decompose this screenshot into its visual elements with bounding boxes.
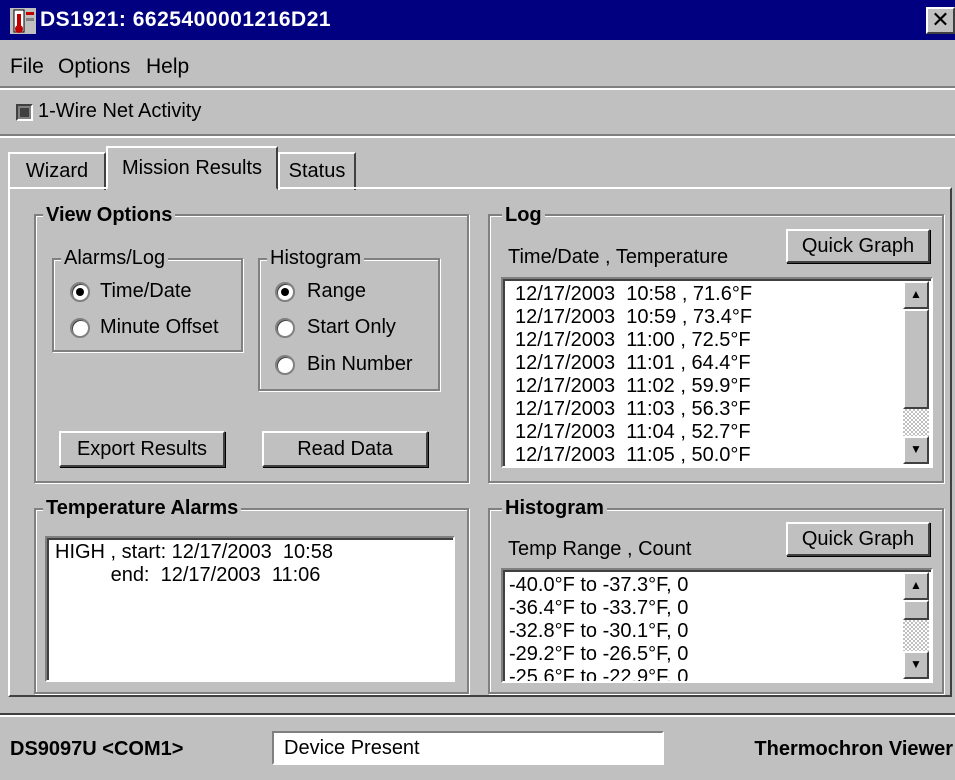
- log-listbox[interactable]: 12/17/2003 10:58 , 71.6°F 12/17/2003 10:…: [501, 277, 933, 468]
- menu-help[interactable]: Help: [146, 52, 189, 82]
- list-item[interactable]: -40.0°F to -37.3°F, 0: [509, 574, 889, 597]
- window-title: DS1921: 6625400001216D21: [40, 8, 332, 31]
- time-date-label[interactable]: Time/Date: [100, 277, 192, 305]
- net-activity-label: 1-Wire Net Activity: [38, 100, 202, 122]
- list-item[interactable]: 12/17/2003 11:05 , 50.0°F: [515, 444, 895, 466]
- log-entries: 12/17/2003 10:58 , 71.6°F 12/17/2003 10:…: [515, 283, 895, 466]
- scroll-up-button[interactable]: ▲: [903, 572, 929, 600]
- time-date-radio[interactable]: [70, 282, 90, 302]
- minute-offset-radio[interactable]: [70, 318, 90, 338]
- export-results-button[interactable]: Export Results: [59, 431, 225, 467]
- scrollbar-thumb[interactable]: [903, 309, 929, 409]
- toolbar-separator-highlight: [0, 136, 955, 138]
- tab-wizard[interactable]: Wizard: [8, 152, 106, 190]
- list-item[interactable]: 12/17/2003 10:59 , 73.4°F: [515, 306, 895, 329]
- log-quick-graph-button[interactable]: Quick Graph: [786, 229, 930, 263]
- menu-options[interactable]: Options: [58, 52, 130, 82]
- list-item[interactable]: 12/17/2003 11:01 , 64.4°F: [515, 352, 895, 375]
- read-data-button[interactable]: Read Data: [262, 431, 428, 467]
- tab-mission-results[interactable]: Mission Results: [106, 146, 278, 190]
- close-button[interactable]: ✕: [926, 7, 955, 34]
- scroll-up-button[interactable]: ▲: [903, 281, 929, 309]
- adapter-port-label: DS9097U <COM1>: [10, 738, 184, 760]
- alarm-start-line[interactable]: HIGH , start: 12/17/2003 10:58: [55, 541, 333, 564]
- list-item[interactable]: 12/17/2003 11:03 , 56.3°F: [515, 398, 895, 421]
- thermometer-app-icon: [10, 8, 36, 34]
- histogram-title: Histogram: [502, 496, 607, 520]
- led-indicator-icon: [16, 104, 33, 121]
- range-label[interactable]: Range: [307, 277, 366, 305]
- bin-number-label[interactable]: Bin Number: [307, 350, 413, 378]
- list-item[interactable]: 12/17/2003 11:02 , 59.9°F: [515, 375, 895, 398]
- tab-status[interactable]: Status: [278, 152, 356, 190]
- statusbar-separator-highlight: [0, 715, 955, 717]
- list-item[interactable]: -36.4°F to -33.7°F, 0: [509, 597, 889, 620]
- list-item[interactable]: -32.8°F to -30.1°F, 0: [509, 620, 889, 643]
- start-only-label[interactable]: Start Only: [307, 313, 396, 341]
- list-item[interactable]: 12/17/2003 11:00 , 72.5°F: [515, 329, 895, 352]
- alarms-listbox[interactable]: HIGH , start: 12/17/2003 10:58 end: 12/1…: [45, 536, 455, 682]
- arrow-up-icon: ▲: [910, 578, 922, 592]
- menu-file[interactable]: File: [10, 52, 44, 82]
- histogram-entries: -40.0°F to -37.3°F, 0 -36.4°F to -33.7°F…: [509, 574, 889, 681]
- arrow-down-icon: ▼: [910, 442, 922, 456]
- log-title: Log: [502, 203, 545, 227]
- scroll-down-button[interactable]: ▼: [903, 436, 929, 464]
- scroll-down-button[interactable]: ▼: [903, 651, 929, 679]
- arrow-down-icon: ▼: [910, 657, 922, 671]
- arrow-up-icon: ▲: [910, 287, 922, 301]
- view-options-title: View Options: [43, 203, 176, 227]
- histogram-quick-graph-button[interactable]: Quick Graph: [786, 522, 930, 556]
- menu-separator-highlight: [0, 88, 955, 90]
- alarm-lines: HIGH , start: 12/17/2003 10:58 end: 12/1…: [55, 541, 333, 587]
- histogram-mode-title: Histogram: [267, 246, 365, 270]
- title-bar[interactable]: DS1921: 6625400001216D21 ✕: [0, 0, 955, 40]
- temperature-alarms-title: Temperature Alarms: [43, 496, 242, 520]
- log-column-header: Time/Date , Temperature: [508, 246, 729, 268]
- scrollbar-thumb[interactable]: [903, 600, 929, 620]
- device-status-field: Device Present: [272, 731, 664, 765]
- histogram-column-header: Temp Range , Count: [508, 538, 692, 560]
- alarms-log-title: Alarms/Log: [61, 246, 169, 270]
- histogram-listbox[interactable]: -40.0°F to -37.3°F, 0 -36.4°F to -33.7°F…: [501, 568, 933, 683]
- log-scrollbar[interactable]: ▲ ▼: [903, 281, 929, 464]
- start-only-radio[interactable]: [275, 318, 295, 338]
- range-radio[interactable]: [275, 282, 295, 302]
- list-item[interactable]: 12/17/2003 11:04 , 52.7°F: [515, 421, 895, 444]
- list-item[interactable]: 12/17/2003 10:58 , 71.6°F: [515, 283, 895, 306]
- app-name-label: Thermochron Viewer: [754, 738, 953, 760]
- close-icon: ✕: [931, 7, 950, 32]
- list-item[interactable]: -29.2°F to -26.5°F, 0: [509, 643, 889, 666]
- list-item[interactable]: -25.6°F to -22.9°F, 0: [509, 666, 889, 681]
- histogram-scrollbar[interactable]: ▲ ▼: [903, 572, 929, 679]
- alarm-end-line[interactable]: end: 12/17/2003 11:06: [55, 564, 333, 587]
- minute-offset-label[interactable]: Minute Offset: [100, 313, 219, 341]
- bin-number-radio[interactable]: [275, 355, 295, 375]
